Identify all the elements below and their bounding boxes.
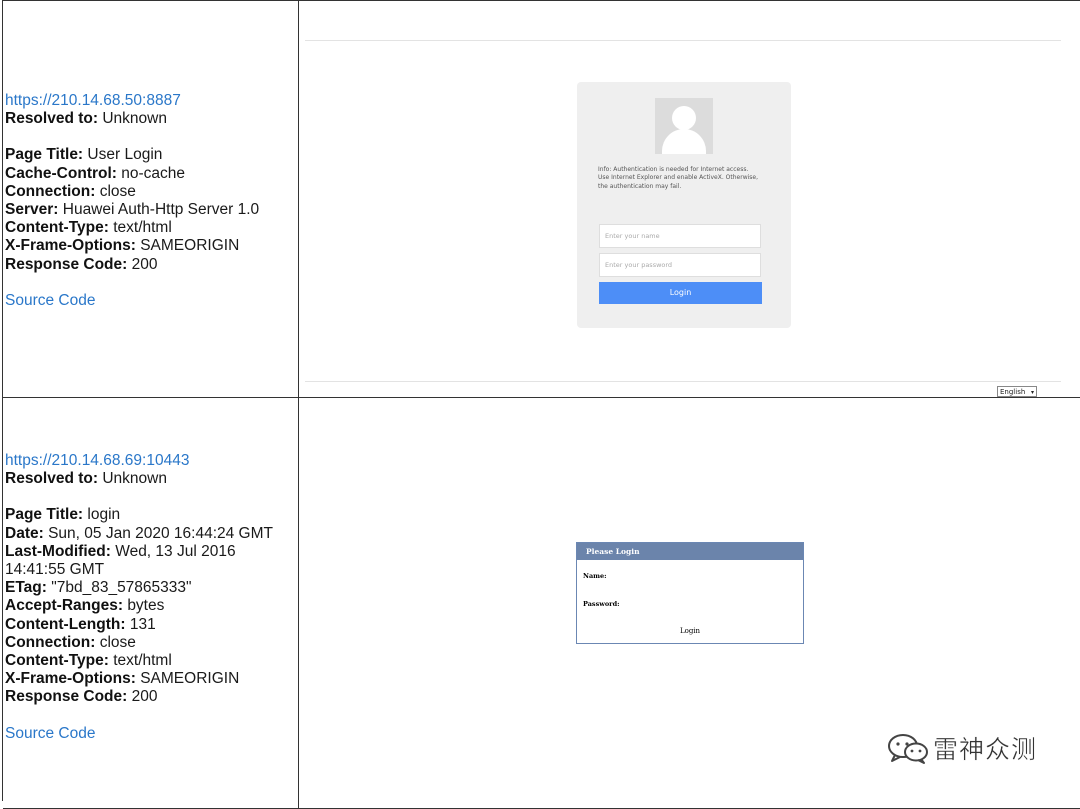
result-info: https://210.14.68.50:8887 Resolved to: U… (5, 92, 295, 310)
language-value: English (1000, 388, 1026, 396)
header-line: Page Title: User Login (5, 146, 163, 164)
user-avatar-icon (655, 98, 713, 154)
divider (305, 40, 1061, 41)
chevron-down-icon: ▾ (1030, 389, 1034, 396)
header-line: Content-Type: text/html (5, 652, 172, 670)
result-row-1: https://210.14.68.50:8887 Resolved to: U… (3, 1, 1080, 398)
login-card: Info: Authentication is needed for Inter… (577, 82, 791, 328)
please-login-box: Please Login Name: Password: Login (576, 542, 804, 644)
password-label: Password: (583, 600, 620, 608)
result-info-cell: https://210.14.68.69:10443 Resolved to: … (3, 398, 299, 808)
header-line: X-Frame-Options: SAMEORIGIN (5, 237, 240, 255)
header-line: Server: Huawei Auth-Http Server 1.0 (5, 201, 260, 219)
resolved-line: Resolved to: Unknown (5, 110, 167, 128)
source-code-link[interactable]: Source Code (5, 725, 295, 743)
header-line: ETag: "7bd_83_57865333" (5, 579, 192, 597)
result-url-link[interactable]: https://210.14.68.69:10443 (5, 452, 295, 470)
header-line: Connection: close (5, 633, 136, 651)
wechat-icon (888, 734, 928, 764)
page-preview: Info: Authentication is needed for Inter… (300, 1, 1080, 397)
header-line: Response Code: 200 (5, 255, 158, 273)
password-input[interactable]: Enter your password (599, 253, 761, 277)
language-select[interactable]: English ▾ (997, 386, 1037, 397)
header-line: Accept-Ranges: bytes (5, 597, 165, 615)
results-table: https://210.14.68.50:8887 Resolved to: U… (2, 0, 1080, 809)
name-label: Name: (583, 572, 607, 580)
login-button[interactable]: Login (599, 282, 762, 304)
please-login-header: Please Login (577, 543, 803, 560)
watermark: 雷神众测 (885, 730, 1037, 766)
header-line: Connection: close (5, 182, 136, 200)
header-line: Response Code: 200 (5, 688, 158, 706)
header-line: Cache-Control: no-cache (5, 164, 186, 182)
resolved-line: Resolved to: Unknown (5, 470, 167, 488)
divider (305, 381, 1061, 382)
result-url-link[interactable]: https://210.14.68.50:8887 (5, 92, 295, 110)
header-line: Content-Type: text/html (5, 219, 172, 237)
header-line: Last-Modified: Wed, 13 Jul 2016 14:41:55… (5, 542, 236, 579)
login-button[interactable]: Login (577, 627, 803, 635)
watermark-text: 雷神众测 (933, 735, 1038, 764)
header-line: Page Title: login (5, 506, 121, 524)
header-line: Date: Sun, 05 Jan 2020 16:44:24 GMT (5, 524, 273, 542)
source-code-link[interactable]: Source Code (5, 292, 295, 310)
header-line: Content-Length: 131 (5, 615, 156, 633)
name-input[interactable]: Enter your name (599, 224, 761, 248)
result-info: https://210.14.68.69:10443 Resolved to: … (5, 452, 295, 743)
header-line: X-Frame-Options: SAMEORIGIN (5, 670, 240, 688)
auth-info-text: Info: Authentication is needed for Inter… (598, 166, 758, 190)
result-info-cell: https://210.14.68.50:8887 Resolved to: U… (3, 1, 299, 397)
